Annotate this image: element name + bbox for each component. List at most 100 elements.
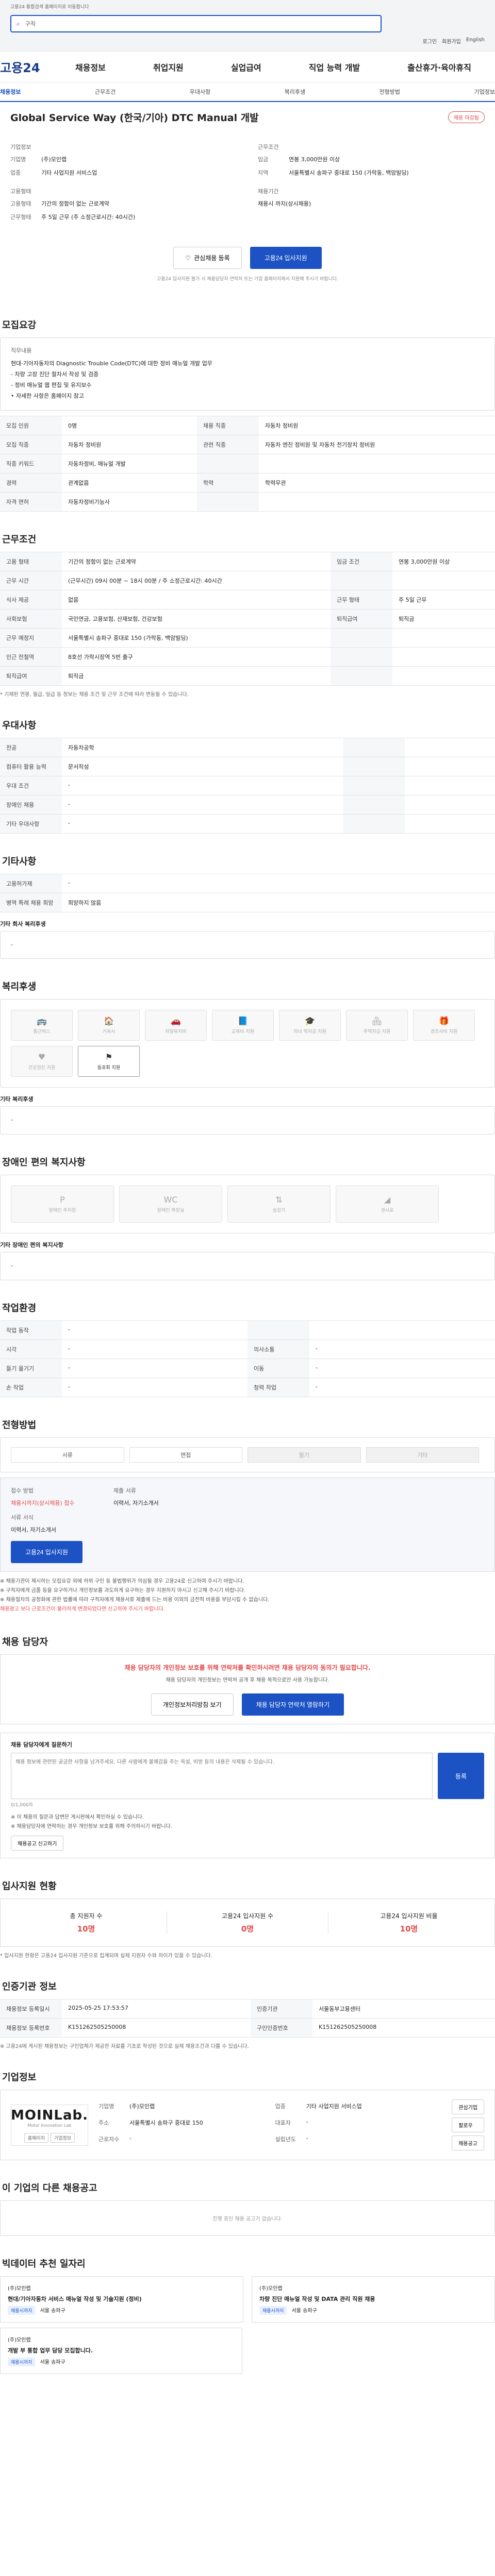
nav-training[interactable]: 직업 능력 개발 (309, 61, 360, 73)
nav-leave[interactable]: 출산휴가·육아휴직 (407, 61, 471, 73)
table-header-cell: 근무 시간 (0, 570, 62, 590)
stats-note: * 입사지원 현황은 고용24 입사지원 기준으로 집계되며 실제 지원자 수와… (0, 1953, 212, 1959)
desc-line: - 차량 고장 진단 절차서 작성 및 검증 (11, 370, 99, 378)
report-button[interactable]: 채용공고 신고하기 (11, 1836, 64, 1851)
tab-work[interactable]: 근무조건 (95, 88, 116, 96)
table-row: 채용정보 등록일시 2025-05-25 17:53:57 인증기관 서울동부고용센터 (0, 1999, 495, 2019)
qa-submit-button[interactable]: 등록 (438, 1753, 484, 1800)
benefit-item: 🎓 자녀 학자금 지원 (279, 1010, 341, 1041)
card-title[interactable]: 차량 진단 매뉴얼 작성 및 DATA 관리 직원 채용 (259, 2295, 487, 2303)
apply-button[interactable]: 고용24 입사지원 (250, 247, 322, 269)
table-header-cell: 채용정보 등록번호 (0, 2018, 62, 2038)
benefit-item: 🚌 통근버스 (11, 1010, 73, 1041)
benefit-item: ◢ 경사로 (336, 1185, 439, 1223)
company-field-value: (주)모인랩 (129, 2103, 155, 2110)
recommend-card[interactable]: (주)모인랩 차량 진단 매뉴얼 작성 및 DATA 관리 직원 채용 채용시까… (252, 2276, 495, 2323)
recruit-table: 모집 인원 0명 채용 직종 자동차 정비원 모집 직종 자동차 정비원 관련 직종 자동차 … (0, 415, 495, 512)
benefit-label: 교육비 지원 (231, 1029, 255, 1035)
card-chip: 채용시까지 (8, 2306, 36, 2315)
homepage-button[interactable]: 홈페이지 (24, 2132, 48, 2143)
recommend-card[interactable]: (주)모인랩 개발 부 통합 업무 담당 모집합니다. 채용시까지 서울 송파구 (0, 2328, 242, 2375)
process-step: 기타 (366, 1447, 479, 1463)
table-cell (404, 737, 495, 757)
work-note: * 기재된 연봉, 월급, 일급 등 정보는 채용 조건 및 근무 조건에 따라… (0, 691, 189, 698)
company-field-value: 기타 사업지원 서비스업 (306, 2103, 362, 2110)
table-row: 모집 직종 자동차 정비원 관련 직종 자동차 엔진 정비원 및 자동차 전기장치 정… (0, 434, 495, 454)
benefit-label: 경사로 (381, 1208, 394, 1214)
tab-company[interactable]: 기업정보 (474, 88, 494, 96)
benefit-item: P 장애인 주차장 (11, 1185, 114, 1223)
table-header-cell: 모집 인원 (0, 415, 62, 435)
util-join[interactable]: 회원가입 (442, 37, 461, 45)
qa-input[interactable] (11, 1753, 433, 1800)
util-english[interactable]: English (466, 37, 485, 45)
card-title[interactable]: 현대/기아자동차 서비스 매뉴얼 작성 및 기술지원 (정비) (8, 2295, 236, 2303)
doc-value: 이력서, 자기소개서 (113, 1500, 159, 1507)
tab-process[interactable]: 전형방법 (380, 88, 400, 96)
util-links: 로그인 회원가입 English (422, 37, 485, 45)
company-info-button[interactable]: 기업정보 (51, 2132, 75, 2143)
interest-company-button[interactable]: 관심기업 (452, 2099, 484, 2115)
desc-line: 현대·기아자동차의 Diagnostic Trouble Code(DTC)에 … (11, 360, 212, 367)
favorite-button[interactable]: ♡ 관심채용 등록 (173, 247, 242, 269)
company-field-key: 업종 (275, 2103, 286, 2110)
apply-button-2[interactable]: 고용24 입사지원 (11, 1541, 82, 1564)
reveal-contact-button[interactable]: 채용 담당자 연락처 열람하기 (241, 1693, 344, 1716)
company-key: 기업명 (10, 156, 26, 163)
search-bar[interactable]: ⌕ 구직 (10, 15, 382, 32)
company-field-value: - (306, 2134, 308, 2142)
table-row: 기타 우대사항 - (0, 814, 495, 834)
table-row: 전공 자동차공학 (0, 737, 495, 757)
nav-recruit[interactable]: 채용정보 (75, 61, 106, 73)
table-header-cell: 퇴직급여 (0, 666, 62, 686)
table-cell: - (62, 775, 343, 795)
company-field-value: 서울특별시 송파구 중대로 150 (129, 2119, 203, 2126)
tab-prefer[interactable]: 우대사항 (190, 88, 210, 96)
table-header-cell: 고용 형태 (0, 551, 62, 571)
util-login[interactable]: 로그인 (422, 37, 437, 45)
company-field-key: 주소 (98, 2119, 109, 2126)
company-jobs-button[interactable]: 채용공고 (452, 2136, 484, 2151)
job-summary: Global Service Way (한국/기아) DTC Manual 개발… (0, 102, 495, 297)
benefit-label: 자녀 학자금 지원 (293, 1029, 326, 1035)
table-row: 사회보험 국민연금, 고용보험, 산재보험, 건강보험 퇴직급여 퇴직금 (0, 608, 495, 629)
table-row: 들기 옮기기 - 이동 - (0, 1359, 495, 1378)
form-value: 이력서, 자기소개서 (11, 1527, 56, 1534)
warning-line: ※ 구직자에게 금품 등을 요구하거나 개인정보를 과도하게 요구하는 경우 지… (0, 1588, 246, 1594)
tab-welfare[interactable]: 복리후생 (285, 88, 305, 96)
nav-unemployment[interactable]: 실업급여 (231, 61, 261, 73)
benefit-item: 🚗 차량유지비 (145, 1010, 207, 1041)
table-cell: 관계없음 (62, 472, 197, 493)
privacy-button[interactable]: 개인정보처리방침 보기 (151, 1693, 234, 1716)
contact-desc: 채용 담당자의 개인정보는 연락처 공개 후 채용 목적으로만 사용 가능합니다… (166, 1677, 329, 1684)
table-header-cell (331, 570, 393, 590)
top-notice[interactable]: 고용24 통합검색 홈페이지로 이동합니다 (10, 3, 485, 10)
process-step: 필기 (248, 1447, 361, 1463)
salary-value: 연봉 3,000만원 이상 (289, 156, 340, 163)
company-field: 설립년도 - (275, 2135, 442, 2143)
card-company: (주)모인랩 (8, 2286, 31, 2292)
company-logo: MOINLab. Motor Innovation Lab 홈페이지 기업정보 (11, 2104, 88, 2146)
company-actions: 관심기업 팔로우 채용공고 (452, 2099, 484, 2151)
process-step: 면접 (129, 1447, 242, 1463)
table-cell: - (62, 1378, 248, 1398)
benefit-label: 장애인 주차장 (48, 1208, 76, 1214)
table-cell: 자동차공학 (62, 737, 343, 757)
stats-box: 총 지원자 수 10명 고용24 입사지원 수 0명 고용24 입사지원 비율 10명 (0, 1899, 495, 1947)
similar-title: 이 기업의 다른 채용공고 (2, 2183, 97, 2194)
tab-recruit[interactable]: 채용정보 (0, 88, 21, 96)
table-cell: 서울동부고용센터 (312, 1999, 495, 2019)
follow-button[interactable]: 팔로우 (452, 2117, 484, 2133)
nav-support[interactable]: 취업지원 (153, 61, 184, 73)
qa-title: 채용 담당자에게 질문하기 (11, 1741, 72, 1749)
welfare-title: 복리후생 (2, 981, 37, 993)
search-input[interactable]: 구직 (25, 20, 36, 28)
table-row: 퇴직급여 퇴직금 (0, 666, 495, 686)
card-title[interactable]: 개발 부 통합 업무 담당 모집합니다. (8, 2346, 235, 2354)
benefit-item: 🏘 주택자금 지원 (346, 1010, 408, 1041)
table-header-cell: 인근 전철역 (0, 647, 62, 667)
main-nav: 채용정보 취업지원 실업급여 직업 능력 개발 출산휴가·육아휴직 (52, 61, 495, 73)
disabled-etc-box: - (0, 1252, 495, 1281)
recommend-card[interactable]: (주)모인랩 현대/기아자동차 서비스 매뉴얼 작성 및 기술지원 (정비) 채… (0, 2276, 243, 2323)
site-logo[interactable]: 고용24 (0, 58, 52, 76)
